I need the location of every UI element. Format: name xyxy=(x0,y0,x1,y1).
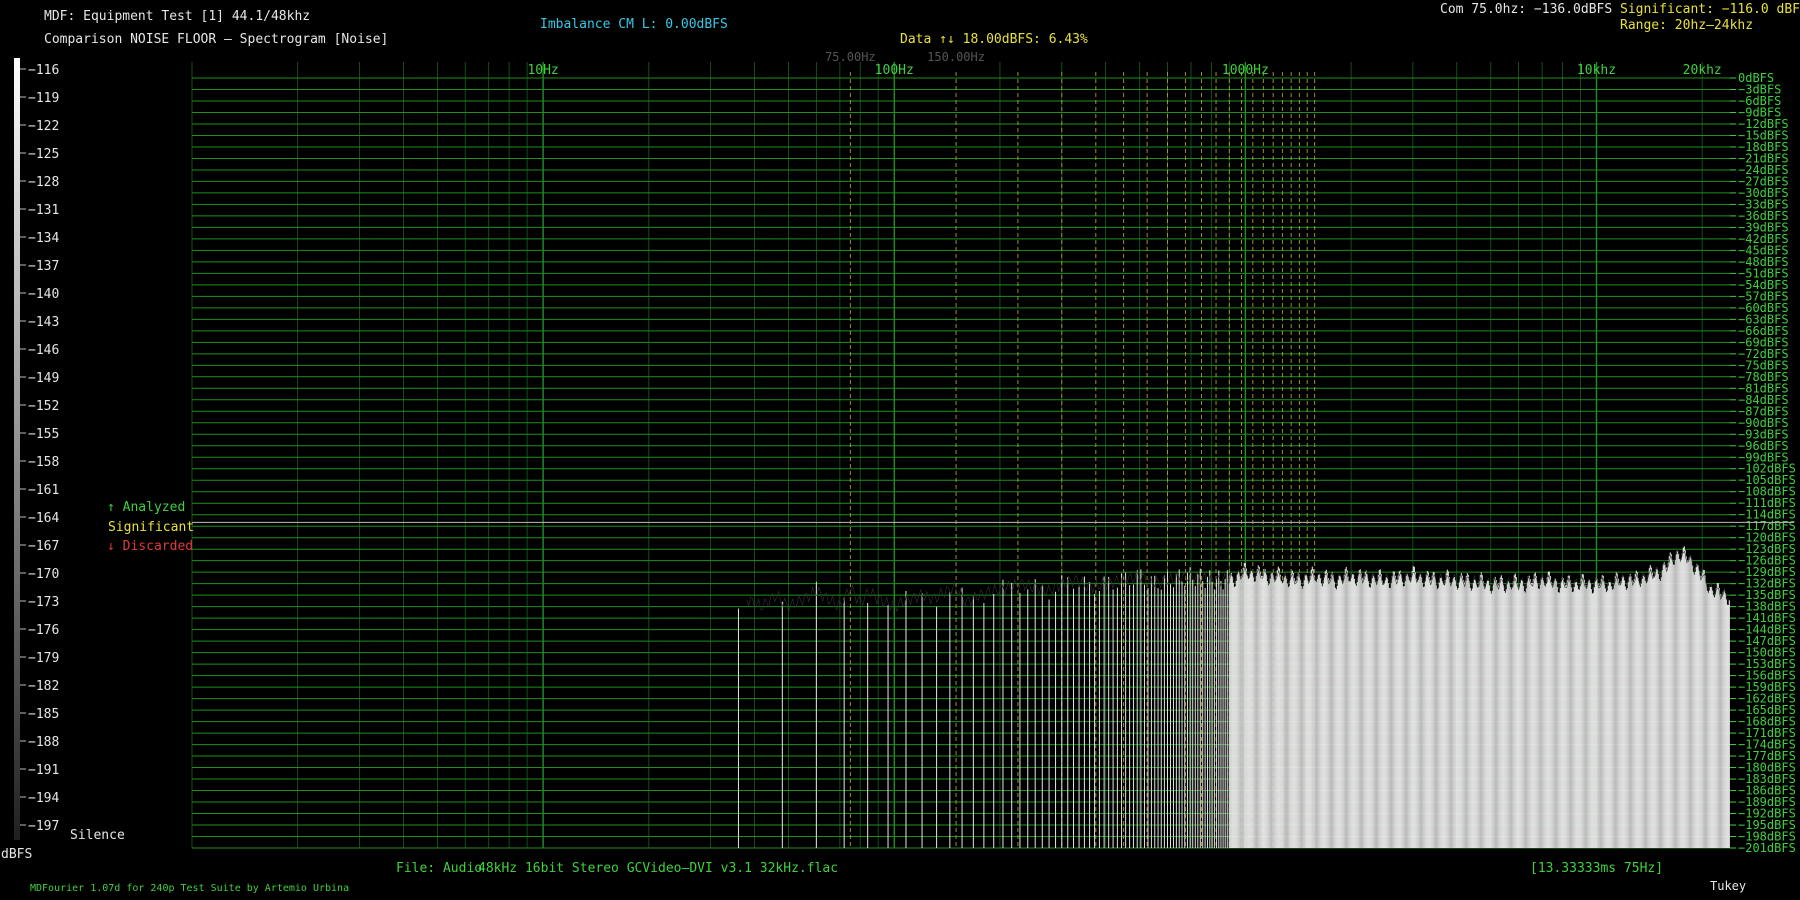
left-intensity-bar xyxy=(14,58,20,840)
left-scale-label: −116 xyxy=(28,63,59,78)
left-scale-label: −146 xyxy=(28,343,59,358)
frame-duration: [13.33333ms 75Hz] xyxy=(1530,861,1664,876)
left-scale-label: −194 xyxy=(28,791,59,806)
imbalance-readout: Imbalance CM L: 0.00dBFS xyxy=(540,17,728,32)
x-tick-label: 10Hz xyxy=(527,63,558,78)
harmonic-marker-label: 150.00Hz xyxy=(927,50,985,64)
file-description: 48kHz 16bit Stereo GCVideo–DVI v3.1 32kH… xyxy=(478,861,839,876)
x-tick-label: 100Hz xyxy=(875,63,914,78)
x-tick-label: 1000Hz xyxy=(1222,63,1269,78)
left-scale-label: −128 xyxy=(28,175,59,190)
x-tick-label: 20khz xyxy=(1683,63,1722,78)
left-scale-label: −143 xyxy=(28,315,59,330)
left-scale-label: −176 xyxy=(28,623,59,638)
left-scale-label: −134 xyxy=(28,231,59,246)
data-difference-readout: Data ↑↓ 18.00dBFS: 6.43% xyxy=(900,32,1088,47)
left-scale-label: −137 xyxy=(28,259,59,274)
file-label: File: Audio xyxy=(396,861,483,876)
legend-analyzed: ↑ Analyzed xyxy=(107,500,186,515)
legend-significant: Significant xyxy=(108,520,195,535)
left-scale-label: −140 xyxy=(28,287,59,302)
legend-discarded: ↓ Discarded xyxy=(107,539,194,554)
left-scale-label: −170 xyxy=(28,567,59,582)
dbfs-unit-label: dBFS xyxy=(1,847,33,862)
significant-readout: Significant: −116.0 dBFS xyxy=(1620,2,1800,17)
left-scale-label: −125 xyxy=(28,147,59,162)
window-type: Tukey xyxy=(1710,879,1747,893)
left-scale-label: −152 xyxy=(28,399,59,414)
left-scale-label: −119 xyxy=(28,91,59,106)
chart-subtitle: Comparison NOISE FLOOR – Spectrogram [No… xyxy=(44,32,389,47)
left-scale-label: −182 xyxy=(28,679,59,694)
left-scale-label: −131 xyxy=(28,203,59,218)
spectrum-chart: −116 −119 −122 −125 −128 −131 −134 −137 −140 −143… xyxy=(14,50,1796,855)
left-scale-label: −164 xyxy=(28,511,59,526)
left-scale-label: −122 xyxy=(28,119,59,134)
range-readout: Range: 20hz–24khz xyxy=(1620,18,1754,33)
spectrum-series xyxy=(737,546,1730,848)
left-scale-label: −185 xyxy=(28,707,59,722)
x-tick-label: 10khz xyxy=(1577,63,1616,78)
silence-label: Silence xyxy=(70,828,125,843)
left-scale-label: −179 xyxy=(28,651,59,666)
left-scale-label: −149 xyxy=(28,371,59,386)
chart-title: MDF: Equipment Test [1] 44.1/48khz xyxy=(44,9,311,24)
left-scale-label: −173 xyxy=(28,595,59,610)
credit-line: MDFourier 1.07d for 240p Test Suite by A… xyxy=(30,883,350,894)
com-readout: Com 75.0hz: −136.0dBFS xyxy=(1440,2,1613,17)
left-scale-label: −191 xyxy=(28,763,59,778)
left-scale-label: −155 xyxy=(28,427,59,442)
left-scale-label: −161 xyxy=(28,483,59,498)
left-scale-label: −158 xyxy=(28,455,59,470)
left-scale-label: −167 xyxy=(28,539,59,554)
harmonic-marker-label: 75.00Hz xyxy=(825,50,876,64)
left-scale-label: −197 xyxy=(28,819,59,834)
left-scale-label: −188 xyxy=(28,735,59,750)
y-tick-label: −201dBFS xyxy=(1738,841,1796,855)
